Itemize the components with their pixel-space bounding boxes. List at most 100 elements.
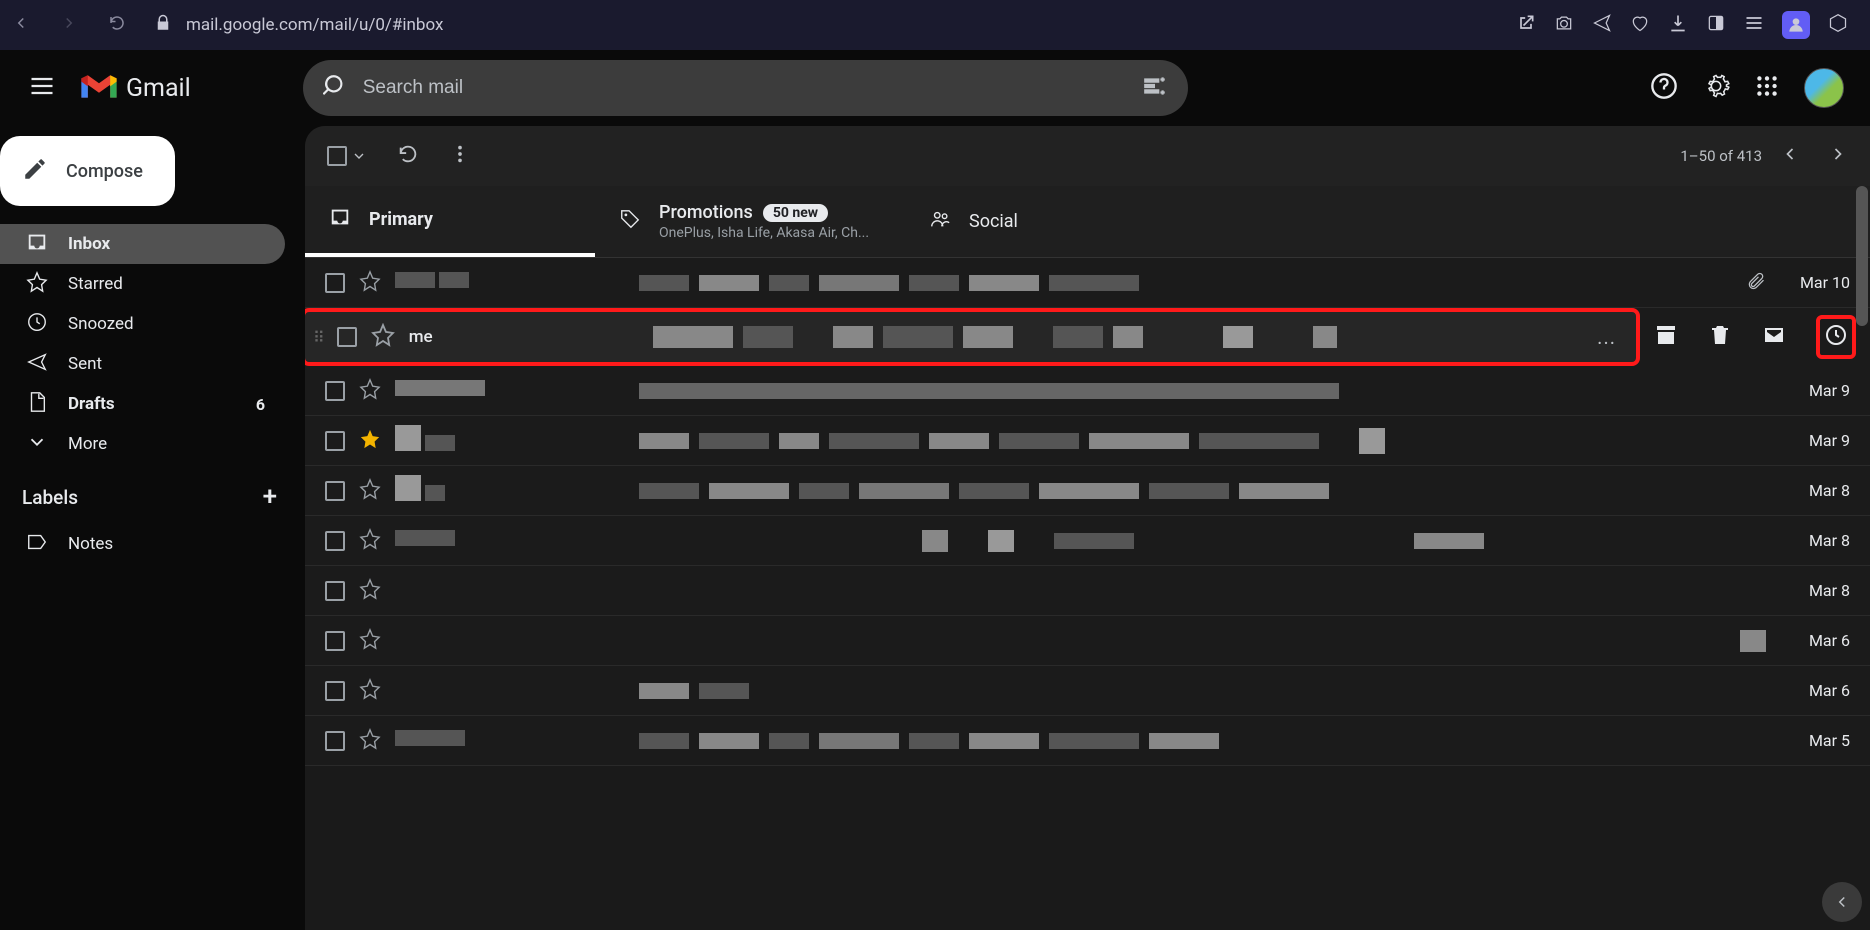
- chevron-down-icon[interactable]: [351, 148, 367, 164]
- send-icon[interactable]: [1592, 13, 1612, 37]
- extensions-icon[interactable]: [1828, 13, 1848, 37]
- sidebar-item-starred[interactable]: Starred: [0, 264, 285, 304]
- side-panel-toggle[interactable]: [1822, 882, 1862, 922]
- main-menu-icon[interactable]: [18, 62, 66, 114]
- url-text[interactable]: mail.google.com/mail/u/0/#inbox: [186, 15, 443, 35]
- sender: [395, 475, 625, 506]
- subject-preview: [639, 428, 1766, 454]
- lock-icon[interactable]: [154, 14, 172, 37]
- apps-icon[interactable]: [1754, 73, 1780, 103]
- subject-preview: [639, 683, 1766, 699]
- settings-icon[interactable]: [1702, 72, 1730, 104]
- row-checkbox[interactable]: [325, 381, 345, 401]
- compose-button[interactable]: Compose: [0, 136, 175, 206]
- tab-primary[interactable]: Primary: [305, 186, 595, 257]
- email-row[interactable]: Mar 6: [305, 616, 1870, 666]
- row-checkbox[interactable]: [325, 481, 345, 501]
- row-checkbox[interactable]: [337, 327, 357, 347]
- email-row[interactable]: Mar 6: [305, 666, 1870, 716]
- row-checkbox[interactable]: [325, 581, 345, 601]
- sidebar-item-label: Notes: [68, 534, 113, 554]
- mark-unread-icon[interactable]: [1762, 323, 1786, 351]
- star-icon[interactable]: [359, 628, 381, 654]
- tab-promotions[interactable]: Promotions 50 new OnePlus, Isha Life, Ak…: [595, 186, 905, 257]
- subject-preview: [639, 483, 1766, 499]
- search-options-icon[interactable]: [1142, 73, 1168, 103]
- sidebar-item-snoozed[interactable]: Snoozed: [0, 304, 285, 344]
- browser-profile-icon[interactable]: [1782, 11, 1810, 39]
- star-icon[interactable]: [359, 270, 381, 296]
- next-page-icon[interactable]: [1828, 144, 1848, 168]
- heart-icon[interactable]: [1630, 13, 1650, 37]
- app-name: Gmail: [126, 74, 191, 103]
- email-row[interactable]: Mar 9: [305, 366, 1870, 416]
- subject-preview: [639, 275, 1732, 291]
- email-row-highlighted[interactable]: ⠿ me ...: [305, 308, 1640, 366]
- row-checkbox[interactable]: [325, 531, 345, 551]
- row-checkbox[interactable]: [325, 681, 345, 701]
- tab-social[interactable]: Social: [905, 186, 1195, 257]
- star-icon[interactable]: [359, 728, 381, 754]
- camera-icon[interactable]: [1554, 13, 1574, 37]
- star-icon[interactable]: [359, 378, 381, 404]
- delete-icon[interactable]: [1708, 323, 1732, 351]
- archive-icon[interactable]: [1654, 323, 1678, 351]
- reload-icon[interactable]: [108, 14, 126, 36]
- download-icon[interactable]: [1668, 13, 1688, 37]
- reader-icon[interactable]: [1706, 13, 1726, 37]
- sidebar-item-inbox[interactable]: Inbox: [0, 224, 285, 264]
- forward-icon[interactable]: [60, 14, 78, 36]
- refresh-icon[interactable]: [397, 143, 419, 169]
- search-input[interactable]: [363, 77, 1128, 99]
- select-all[interactable]: [327, 146, 367, 166]
- scrollbar[interactable]: [1856, 186, 1868, 326]
- gmail-m-icon: [78, 72, 120, 104]
- email-row[interactable]: Mar 8: [305, 466, 1870, 516]
- category-tabs: Primary Promotions 50 new OnePlus, Isha …: [305, 186, 1870, 258]
- people-icon: [929, 208, 951, 235]
- prev-page-icon[interactable]: [1780, 144, 1800, 168]
- sidebar-item-more[interactable]: More: [0, 424, 285, 464]
- account-avatar[interactable]: [1804, 68, 1844, 108]
- sidebar: Compose Inbox Starred Snoozed Sent Draft…: [0, 126, 305, 930]
- tune-icon[interactable]: [1744, 13, 1764, 37]
- add-label-icon[interactable]: +: [263, 482, 277, 512]
- more-icon[interactable]: [449, 143, 471, 169]
- email-row[interactable]: Mar 8: [305, 516, 1870, 566]
- row-date: Mar 10: [1780, 273, 1850, 292]
- select-all-checkbox[interactable]: [327, 146, 347, 166]
- star-icon[interactable]: [359, 478, 381, 504]
- email-row[interactable]: Mar 9: [305, 416, 1870, 466]
- snooze-icon[interactable]: [1816, 315, 1856, 359]
- email-row[interactable]: Mar 5: [305, 716, 1870, 766]
- star-icon[interactable]: [359, 528, 381, 554]
- search-icon[interactable]: [323, 73, 349, 103]
- star-icon[interactable]: [359, 678, 381, 704]
- tag-icon: [619, 208, 641, 235]
- row-checkbox[interactable]: [325, 731, 345, 751]
- row-checkbox[interactable]: [325, 273, 345, 293]
- row-checkbox[interactable]: [325, 631, 345, 651]
- sidebar-item-label: More: [68, 434, 107, 454]
- browser-bar: mail.google.com/mail/u/0/#inbox: [0, 0, 1870, 50]
- star-icon: [26, 271, 48, 298]
- row-checkbox[interactable]: [325, 431, 345, 451]
- sender: [395, 530, 625, 551]
- share-icon[interactable]: [1516, 13, 1536, 37]
- sidebar-item-sent[interactable]: Sent: [0, 344, 285, 384]
- sidebar-item-label: Inbox: [68, 234, 110, 254]
- email-list: Mar 10 ⠿ me .: [305, 258, 1870, 766]
- support-icon[interactable]: [1650, 72, 1678, 104]
- gmail-logo[interactable]: Gmail: [78, 72, 191, 104]
- attachment-icon: [1746, 271, 1766, 295]
- sidebar-label-notes[interactable]: Notes: [0, 524, 285, 564]
- star-icon[interactable]: [371, 323, 395, 351]
- star-icon[interactable]: [359, 428, 381, 454]
- star-icon[interactable]: [359, 578, 381, 604]
- search-bar[interactable]: [303, 60, 1188, 116]
- drag-handle-icon[interactable]: ⠿: [313, 328, 323, 347]
- sidebar-item-drafts[interactable]: Drafts 6: [0, 384, 285, 424]
- email-row[interactable]: Mar 10: [305, 258, 1870, 308]
- back-icon[interactable]: [12, 14, 30, 36]
- email-row[interactable]: Mar 8: [305, 566, 1870, 616]
